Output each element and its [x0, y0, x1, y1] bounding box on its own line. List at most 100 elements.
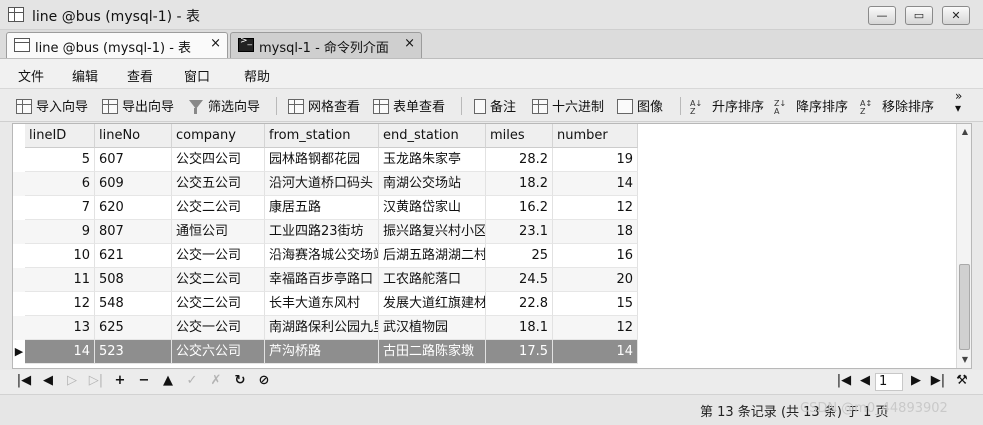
cell-from-station[interactable]: 沿海赛洛城公交场站 — [265, 244, 379, 268]
menu-view[interactable]: 查看 — [127, 66, 153, 85]
cell-lineNo[interactable]: 620 — [95, 196, 172, 220]
cell-miles[interactable]: 23.1 — [486, 220, 553, 244]
table-row[interactable]: 9 807 通恒公司 工业四路23街坊 振兴路复兴村小区 23.1 18 — [13, 220, 638, 244]
table-row[interactable]: 5 607 公交四公司 园林路钢都花园 玉龙路朱家亭 28.2 19 — [13, 148, 638, 172]
table-row[interactable]: 10 621 公交一公司 沿海赛洛城公交场站 后湖五路湖湖二村 25 16 — [13, 244, 638, 268]
table-row[interactable]: 12 548 公交二公司 长丰大道东风村 发展大道红旗建材 22.8 15 — [13, 292, 638, 316]
remove-sort-button[interactable]: A↕ Z 移除排序 — [860, 96, 934, 116]
cell-end-station[interactable]: 武汉植物园 — [379, 316, 486, 340]
discard-changes-icon[interactable]: ✗ — [206, 373, 226, 388]
cell-lineID[interactable]: 9 — [25, 220, 95, 244]
cell-number[interactable]: 16 — [553, 244, 638, 268]
image-button[interactable]: 图像 — [617, 96, 663, 116]
cell-company[interactable]: 公交二公司 — [172, 268, 265, 292]
cell-company[interactable]: 公交六公司 — [172, 340, 265, 364]
cell-number[interactable]: 15 — [553, 292, 638, 316]
cell-end-station[interactable]: 振兴路复兴村小区 — [379, 220, 486, 244]
close-tab-icon[interactable]: × — [210, 36, 221, 51]
cell-miles[interactable]: 25 — [486, 244, 553, 268]
cell-company[interactable]: 公交二公司 — [172, 196, 265, 220]
cell-from-station[interactable]: 康居五路 — [265, 196, 379, 220]
cell-lineID[interactable]: 14 — [25, 340, 95, 364]
refresh-icon[interactable]: ↻ — [230, 373, 250, 388]
grid-view-button[interactable]: 网格查看 — [288, 96, 360, 116]
cell-company[interactable]: 公交一公司 — [172, 244, 265, 268]
next-record-icon[interactable]: ▷ — [62, 373, 82, 388]
menu-file[interactable]: 文件 — [18, 66, 44, 85]
filter-wizard-button[interactable]: 筛选向导 — [188, 96, 260, 116]
cell-number[interactable]: 14 — [553, 340, 638, 364]
cell-end-station[interactable]: 工农路舵落口 — [379, 268, 486, 292]
minimize-button[interactable]: — — [868, 6, 896, 25]
column-header-lineID[interactable]: lineID — [25, 124, 95, 148]
column-header-miles[interactable]: miles — [486, 124, 553, 148]
menu-help[interactable]: 帮助 — [244, 66, 270, 85]
cell-from-station[interactable]: 长丰大道东风村 — [265, 292, 379, 316]
cell-lineNo[interactable]: 523 — [95, 340, 172, 364]
cell-from-station[interactable]: 幸福路百步亭路口 — [265, 268, 379, 292]
cell-lineID[interactable]: 11 — [25, 268, 95, 292]
cell-number[interactable]: 12 — [553, 196, 638, 220]
first-page-icon[interactable]: |◀ — [834, 373, 854, 388]
delete-record-icon[interactable]: − — [134, 373, 154, 388]
stop-icon[interactable]: ⊘ — [254, 373, 274, 388]
cell-from-station[interactable]: 沿河大道桥口码头 — [265, 172, 379, 196]
cell-end-station[interactable]: 南湖公交场站 — [379, 172, 486, 196]
cell-lineNo[interactable]: 548 — [95, 292, 172, 316]
cell-lineID[interactable]: 7 — [25, 196, 95, 220]
column-header-number[interactable]: number — [553, 124, 638, 148]
cell-from-station[interactable]: 南湖路保利公园九里 — [265, 316, 379, 340]
export-wizard-button[interactable]: 导出向导 — [102, 96, 174, 116]
menu-edit[interactable]: 编辑 — [72, 66, 98, 85]
close-window-button[interactable]: ✕ — [942, 6, 970, 25]
vertical-scrollbar[interactable]: ▲ ▼ — [956, 124, 971, 368]
cell-company[interactable]: 公交五公司 — [172, 172, 265, 196]
column-header-from-station[interactable]: from_station — [265, 124, 379, 148]
cell-company[interactable]: 公交四公司 — [172, 148, 265, 172]
cell-lineNo[interactable]: 607 — [95, 148, 172, 172]
import-wizard-button[interactable]: 导入向导 — [16, 96, 88, 116]
prev-page-icon[interactable]: ◀ — [855, 373, 875, 388]
cell-number[interactable]: 20 — [553, 268, 638, 292]
cell-end-station[interactable]: 发展大道红旗建材 — [379, 292, 486, 316]
last-page-icon[interactable]: ▶| — [928, 373, 948, 388]
cell-lineID[interactable]: 13 — [25, 316, 95, 340]
table-row[interactable]: 11 508 公交二公司 幸福路百步亭路口 工农路舵落口 24.5 20 — [13, 268, 638, 292]
cell-lineID[interactable]: 6 — [25, 172, 95, 196]
prev-record-icon[interactable]: ◀ — [38, 373, 58, 388]
maximize-button[interactable]: ▭ — [905, 6, 933, 25]
form-view-button[interactable]: 表单查看 — [373, 96, 445, 116]
toolbar-overflow-button[interactable]: » ▾ — [955, 90, 962, 114]
add-record-icon[interactable]: + — [110, 373, 130, 388]
cell-number[interactable]: 12 — [553, 316, 638, 340]
cell-lineNo[interactable]: 621 — [95, 244, 172, 268]
data-grid[interactable]: lineID lineNo company from_station end_s… — [12, 123, 972, 369]
scrollbar-thumb[interactable] — [959, 264, 970, 350]
first-record-icon[interactable]: |◀ — [14, 373, 34, 388]
tab-command-line[interactable]: mysql-1 - 命令列介面 × — [230, 32, 422, 58]
cell-lineID[interactable]: 5 — [25, 148, 95, 172]
cell-miles[interactable]: 28.2 — [486, 148, 553, 172]
cell-lineNo[interactable]: 609 — [95, 172, 172, 196]
cell-company[interactable]: 公交二公司 — [172, 292, 265, 316]
cell-number[interactable]: 19 — [553, 148, 638, 172]
cell-company[interactable]: 通恒公司 — [172, 220, 265, 244]
table-row[interactable]: 7 620 公交二公司 康居五路 汉黄路岱家山 16.2 12 — [13, 196, 638, 220]
apply-changes-icon[interactable]: ✓ — [182, 373, 202, 388]
sort-ascending-button[interactable]: A↓ Z 升序排序 — [690, 96, 764, 116]
cell-lineID[interactable]: 12 — [25, 292, 95, 316]
cell-number[interactable]: 18 — [553, 220, 638, 244]
hex-button[interactable]: 十六进制 — [532, 96, 604, 116]
cell-lineNo[interactable]: 625 — [95, 316, 172, 340]
cell-lineNo[interactable]: 508 — [95, 268, 172, 292]
table-row[interactable]: 6 609 公交五公司 沿河大道桥口码头 南湖公交场站 18.2 14 — [13, 172, 638, 196]
cell-end-station[interactable]: 古田二路陈家墩 — [379, 340, 486, 364]
cell-from-station[interactable]: 芦沟桥路 — [265, 340, 379, 364]
cell-miles[interactable]: 18.1 — [486, 316, 553, 340]
cell-miles[interactable]: 24.5 — [486, 268, 553, 292]
cell-miles[interactable]: 17.5 — [486, 340, 553, 364]
cell-miles[interactable]: 18.2 — [486, 172, 553, 196]
cell-end-station[interactable]: 玉龙路朱家亭 — [379, 148, 486, 172]
cell-from-station[interactable]: 工业四路23街坊 — [265, 220, 379, 244]
sort-descending-button[interactable]: Z↓ A 降序排序 — [774, 96, 848, 116]
